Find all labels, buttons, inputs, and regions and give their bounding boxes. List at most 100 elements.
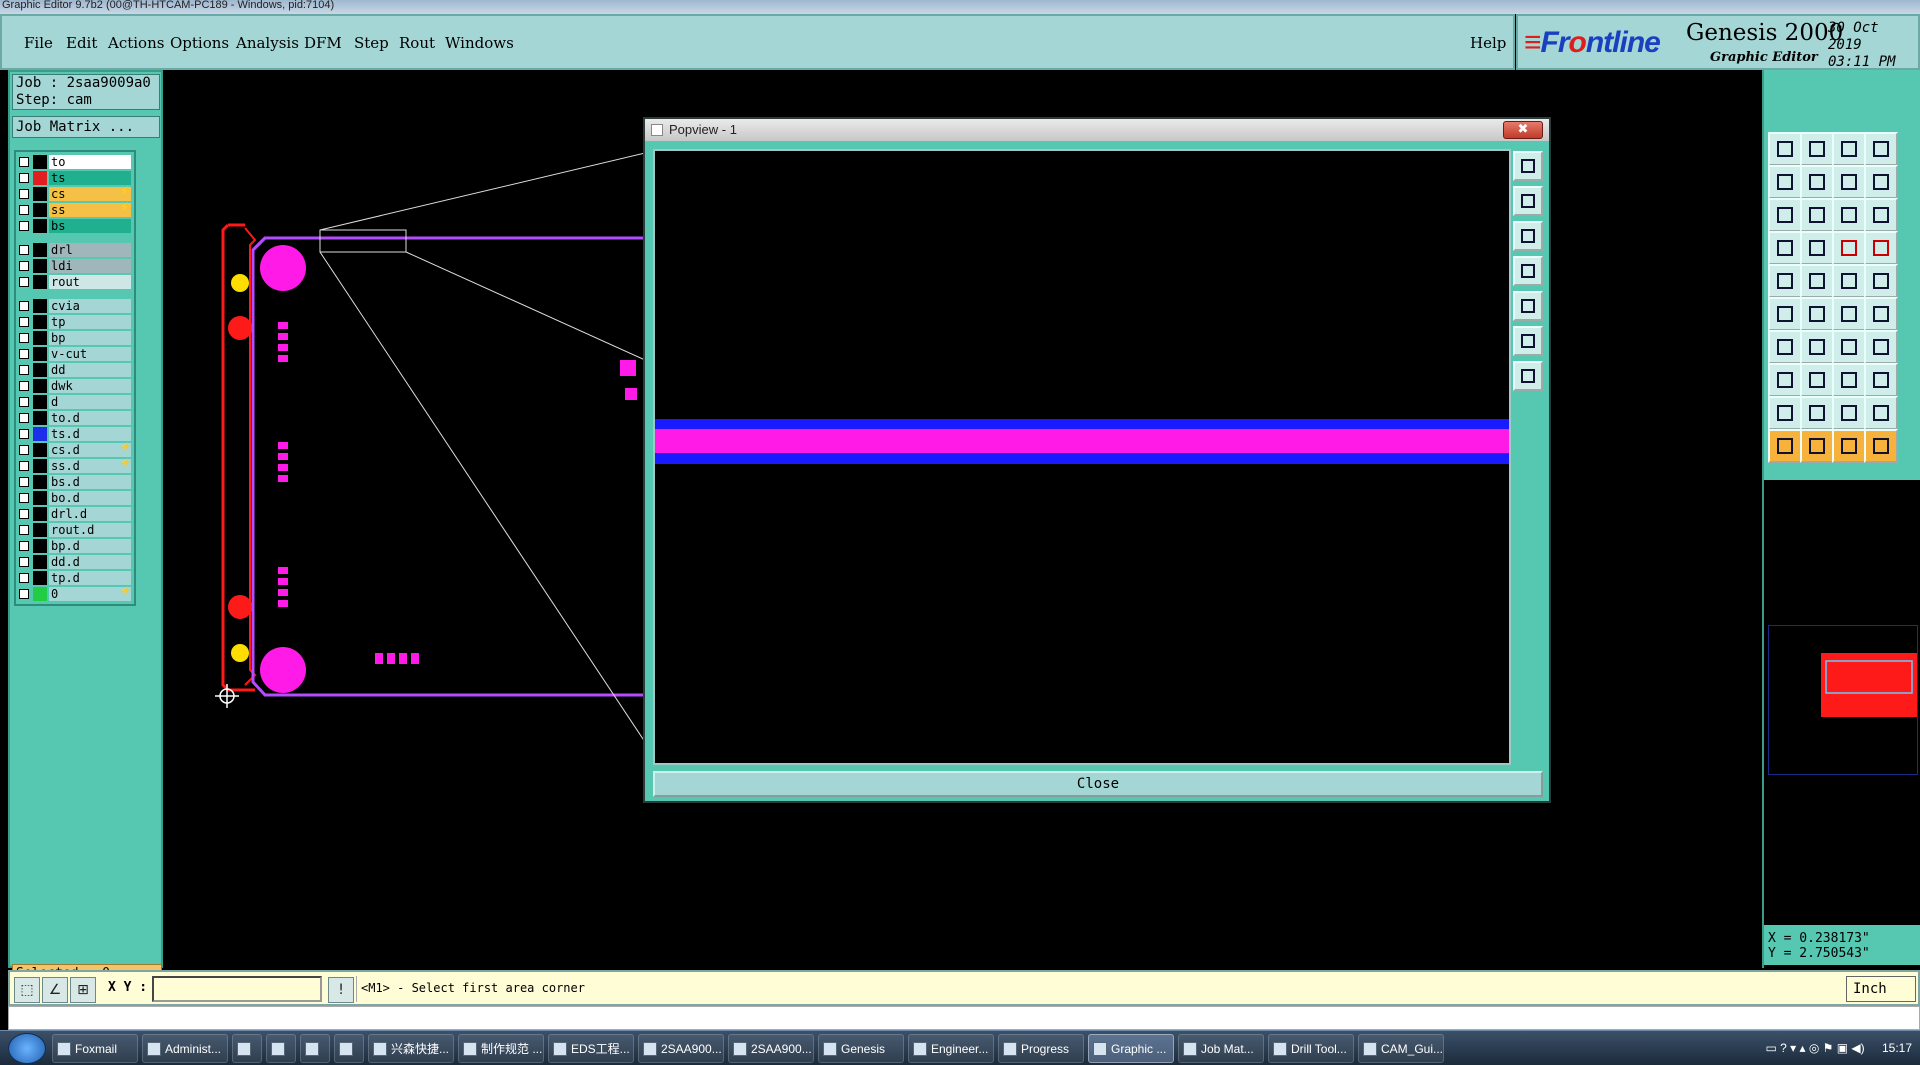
layer-name[interactable]: bp [49,331,131,345]
unit-selector[interactable]: Inch [1846,976,1916,1002]
layer-checkbox[interactable] [19,189,29,199]
layer-checkbox[interactable] [19,445,29,455]
tray-icons[interactable]: ▭ ? ▾ ▴ ◎ ⚑ ▣ ◀) [1765,1041,1864,1055]
layer-name[interactable]: dd.d [49,555,131,569]
layer-color-swatch[interactable] [33,259,47,273]
layer-row[interactable]: dwk [16,378,134,394]
layer-name[interactable]: bs [49,219,131,233]
layer-checkbox[interactable] [19,429,29,439]
layer-checkbox[interactable] [19,589,29,599]
pad2-icon[interactable] [1864,363,1898,397]
taskbar-item[interactable] [300,1034,330,1063]
wire-icon[interactable] [1768,231,1802,265]
layer-checkbox[interactable] [19,525,29,535]
close-button[interactable]: Close [653,771,1543,797]
layer-name[interactable]: bs.d [49,475,131,489]
layer-checkbox[interactable] [19,221,29,231]
right-icon[interactable] [1800,165,1834,199]
layer-row[interactable]: dd [16,362,134,378]
layer-checkbox[interactable] [19,477,29,487]
layer-color-swatch[interactable] [33,331,47,345]
layer-checkbox[interactable] [19,381,29,391]
layer-checkbox[interactable] [19,541,29,551]
home-icon[interactable] [1768,132,1802,166]
layer-checkbox[interactable] [19,301,29,311]
layer-checkbox[interactable] [19,349,29,359]
layer-row[interactable]: d [16,394,134,410]
layer-row[interactable]: bp.d [16,538,134,554]
pointer-icon[interactable] [1768,429,1802,463]
layer-color-swatch[interactable] [33,315,47,329]
route-icon[interactable] [1832,231,1866,265]
layer-checkbox[interactable] [19,317,29,327]
taskbar-item[interactable]: Progress [998,1034,1084,1063]
layer-color-swatch[interactable] [33,395,47,409]
layer-name[interactable]: rout [49,275,131,289]
menu-analysis[interactable]: Analysis [236,34,299,52]
layer-name[interactable]: rout.d [49,523,131,537]
taskbar-item[interactable]: 2SAA900... [728,1034,814,1063]
layer-color-swatch[interactable] [33,203,47,217]
cursor-icon[interactable] [1832,429,1866,463]
layer-color-swatch[interactable] [33,571,47,585]
taskbar-item[interactable]: Engineer... [908,1034,994,1063]
measure-icon[interactable] [1864,231,1898,265]
layer-color-swatch[interactable] [33,555,47,569]
overview-map[interactable] [1768,625,1918,775]
dot-icon[interactable] [1864,264,1898,298]
grid-icon[interactable]: ⊞ [70,977,96,1003]
taskbar-item[interactable]: Job Mat... [1178,1034,1264,1063]
layer-name[interactable]: ts [49,171,131,185]
layer-color-swatch[interactable] [33,587,47,601]
taskbar-item[interactable]: Administ... [142,1034,228,1063]
taskbar-item[interactable]: EDS工程... [548,1034,634,1063]
layer-color-swatch[interactable] [33,411,47,425]
job-matrix-button[interactable]: Job Matrix ... [12,116,160,138]
cross-icon[interactable] [1800,297,1834,331]
measure-icon[interactable]: ∠ [42,977,68,1003]
info-icon[interactable]: ! [328,977,354,1003]
start-button[interactable] [8,1033,46,1064]
switch-icon[interactable] [1832,165,1866,199]
layer-name[interactable]: bp.d [49,539,131,553]
layer-name[interactable]: dd [49,363,131,377]
layer-name[interactable]: drl [49,243,131,257]
board-icon[interactable] [1832,132,1866,166]
select-icon[interactable] [1800,429,1834,463]
line-icon[interactable] [1768,330,1802,364]
taskbar-item[interactable]: 兴森快捷... [368,1034,454,1063]
layer-checkbox[interactable] [19,205,29,215]
layer-checkbox[interactable] [19,261,29,271]
layer-color-swatch[interactable] [33,507,47,521]
layer-row[interactable]: v-cut [16,346,134,362]
layer-row[interactable]: ldi [16,258,134,274]
layer-name[interactable]: drl.d [49,507,131,521]
layer-color-swatch[interactable] [33,155,47,169]
zoom-out-tool[interactable] [1513,186,1543,216]
layer-name[interactable]: cvia [49,299,131,313]
arch-icon[interactable] [1832,396,1866,430]
layer-color-swatch[interactable] [33,475,47,489]
mirror-icon[interactable] [1864,330,1898,364]
layer-color-swatch[interactable] [33,379,47,393]
layer-row[interactable]: cs ⚡ [16,186,134,202]
layer-row[interactable]: ss ⚡ [16,202,134,218]
snap-icon[interactable]: ⬚ [14,977,40,1003]
fit-icon[interactable] [1768,198,1802,232]
layer-name[interactable]: 0 [49,587,131,601]
taskbar-item[interactable]: 制作规范 ... [458,1034,544,1063]
left-icon[interactable] [1768,165,1802,199]
layer-color-swatch[interactable] [33,171,47,185]
query-icon[interactable] [1864,198,1898,232]
slash-icon[interactable] [1800,330,1834,364]
warn-icon[interactable] [1768,396,1802,430]
layer-color-swatch[interactable] [33,427,47,441]
layer-checkbox[interactable] [19,277,29,287]
layer-name[interactable]: cs [49,187,131,201]
layer-color-swatch[interactable] [33,363,47,377]
taskbar-item[interactable]: Genesis [818,1034,904,1063]
layer-row[interactable]: drl.d [16,506,134,522]
layer-row[interactable]: drl [16,242,134,258]
layer-row[interactable]: bs [16,218,134,234]
menu-options[interactable]: Options [170,34,229,52]
